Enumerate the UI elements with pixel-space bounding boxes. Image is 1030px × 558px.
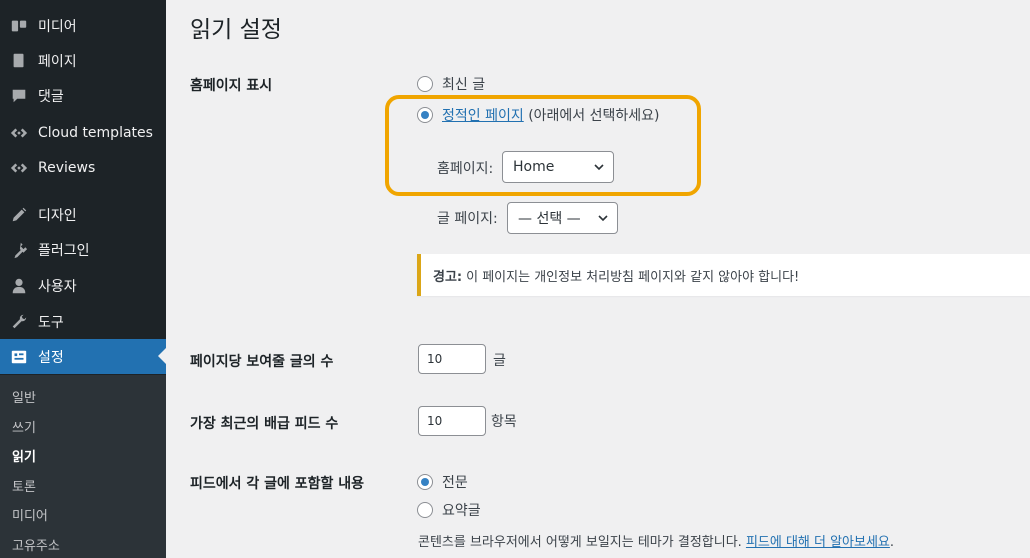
tools-icon [8,311,30,333]
menu-item-appearance[interactable]: 디자인 [0,197,166,232]
submenu-item-reading[interactable]: 읽기 [12,446,36,465]
menu-item-media[interactable]: 미디어 [0,8,166,43]
users-icon [8,275,30,297]
feed-items-input[interactable]: 10 [418,406,486,436]
warning-notice: 경고: 이 페이지는 개인정보 처리방침 페이지와 같지 않아야 합니다! [417,254,1030,296]
settings-icon [8,346,30,368]
cloud-templates-icon [8,122,30,144]
posts-per-page-unit: 글 [493,353,506,369]
menu-item-reviews[interactable]: Reviews [0,150,166,185]
menu-label: 디자인 [38,207,77,224]
radio-latest-posts-label: 최신 글 [442,77,486,93]
submenu-item-general[interactable]: 일반 [12,387,36,406]
chevron-down-icon [598,215,608,222]
menu-item-cloud-templates[interactable]: Cloud templates [0,115,166,150]
admin-sidebar: 미디어 페이지 댓글 Cloud templates Reviews 디자인 플… [0,0,166,558]
menu-item-plugins[interactable]: 플러그인 [0,232,166,267]
radio-full-text-label: 전문 [442,475,468,491]
menu-label: 사용자 [38,278,77,295]
menu-label: 페이지 [38,53,77,70]
page-title: 읽기 설정 [190,17,282,43]
menu-item-comments[interactable]: 댓글 [0,78,166,113]
posts-page-select[interactable]: — 선택 — [507,202,618,234]
comments-icon [8,85,30,107]
submenu-item-discussion[interactable]: 토론 [12,476,36,495]
feed-items-unit: 항목 [491,414,517,430]
radio-full-text[interactable] [417,474,433,490]
posts-page-select-label: 글 페이지: [437,211,498,227]
feed-content-description-text: 콘텐츠를 브라우저에서 어떻게 보일지는 테마가 결정합니다. [418,535,742,550]
warning-notice-text: 이 페이지는 개인정보 처리방침 페이지와 같지 않아야 합니다! [466,269,800,285]
menu-label: 도구 [38,314,64,331]
warning-notice-strong: 경고: [433,269,463,285]
menu-item-settings[interactable]: 설정 [0,339,166,374]
menu-item-pages[interactable]: 페이지 [0,43,166,78]
menu-label: Cloud templates [38,124,153,141]
feed-description-period: . [889,535,895,550]
menu-label: 댓글 [38,88,64,105]
menu-label: 설정 [38,349,64,366]
appearance-icon [8,204,30,226]
menu-label: 플러그인 [38,242,90,259]
menu-label: 미디어 [38,18,77,35]
radio-excerpt-label: 요약글 [442,503,481,519]
menu-item-tools[interactable]: 도구 [0,304,166,339]
radio-latest-posts[interactable] [417,76,433,92]
pages-icon [8,50,30,72]
submenu-item-writing[interactable]: 쓰기 [12,417,36,436]
posts-page-select-value: — 선택 — [518,211,581,227]
submenu-item-media[interactable]: 미디어 [12,505,48,524]
feed-content-label: 피드에서 각 글에 포함할 내용 [190,476,365,492]
reviews-icon [8,157,30,179]
settings-submenu: 일반 쓰기 읽기 토론 미디어 고유주소 [0,375,166,558]
posts-per-page-input[interactable]: 10 [418,344,486,374]
media-icon [8,15,30,37]
feed-learn-more-link[interactable]: 피드에 대해 더 알아보세요 [746,535,890,550]
homepage-display-label: 홈페이지 표시 [190,78,273,94]
feed-items-label: 가장 최근의 배급 피드 수 [190,416,339,432]
posts-per-page-label: 페이지당 보여줄 글의 수 [190,354,334,370]
plugins-icon [8,239,30,261]
menu-item-users[interactable]: 사용자 [0,268,166,303]
highlight-outline [385,95,701,196]
radio-excerpt[interactable] [417,502,433,518]
submenu-item-permalinks[interactable]: 고유주소 [12,535,60,554]
menu-label: Reviews [38,159,96,176]
feed-content-description: 콘텐츠를 브라우저에서 어떻게 보일지는 테마가 결정합니다. 피드에 대해 더… [418,531,894,550]
